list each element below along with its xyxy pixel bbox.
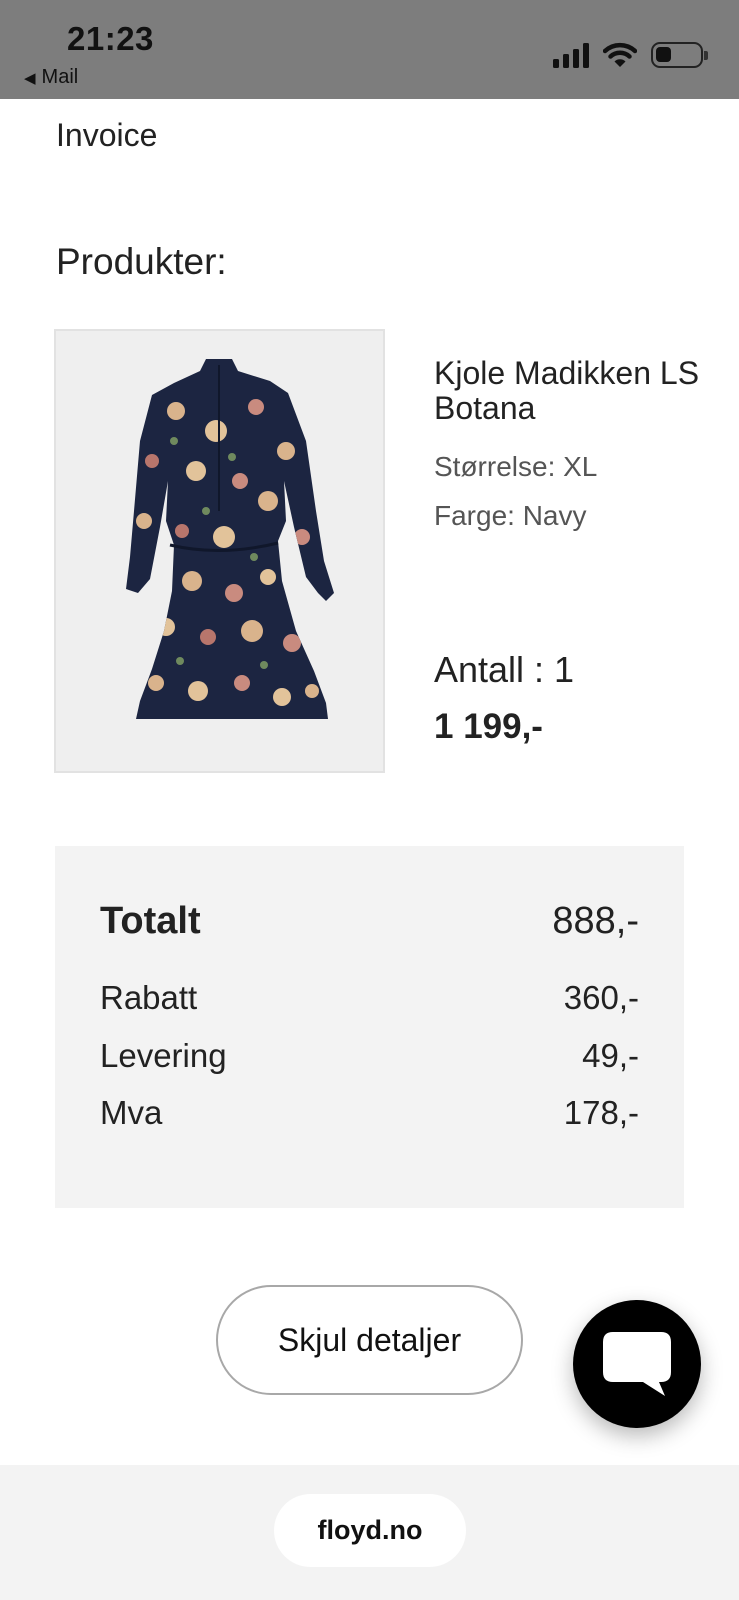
summary-total-value: 888,- [552, 900, 639, 942]
product-image[interactable] [54, 329, 385, 773]
summary-row-discount: Rabatt 360,- [100, 979, 639, 1017]
product-name: Kjole Madikken LS Botana [434, 355, 700, 426]
back-to-mail-button[interactable]: ◀ Mail [24, 66, 78, 89]
status-icons [553, 42, 708, 68]
summary-row-value: 49,- [582, 1037, 639, 1074]
product-quantity: Antall : 1 [434, 649, 575, 690]
hide-details-button[interactable]: Skjul detaljer [216, 1285, 523, 1395]
status-time: 21:23 [67, 20, 154, 57]
chat-button[interactable] [573, 1300, 701, 1428]
battery-icon [651, 42, 708, 68]
summary-row-vat: Mva 178,- [100, 1094, 639, 1132]
signal-icon [553, 42, 589, 68]
summary-total-label: Totalt [100, 900, 201, 942]
product-price: 1 199,- [434, 707, 543, 746]
address-bar[interactable]: floyd.no [274, 1494, 466, 1567]
wifi-icon [603, 42, 637, 67]
invoice-label: Invoice [56, 117, 158, 153]
summary-row-value: 360,- [563, 979, 639, 1016]
back-arrow-icon: ◀ [24, 69, 36, 87]
status-bar: 21:23 ◀ Mail [0, 0, 739, 99]
dress-illustration [126, 359, 334, 719]
summary-row-value: 178,- [563, 1094, 639, 1131]
product-size: Størrelse: XL [434, 451, 598, 482]
chat-bubble-icon [603, 1332, 671, 1396]
summary-row-label: Rabatt [100, 979, 198, 1016]
summary-row-label: Levering [100, 1037, 227, 1074]
order-summary: Totalt 888,- Rabatt 360,- Levering 49,- … [55, 846, 684, 1208]
product-color: Farge: Navy [434, 500, 587, 531]
summary-row-label: Mva [100, 1094, 163, 1131]
summary-total-row: Totalt 888,- [100, 900, 639, 943]
products-heading: Produkter: [56, 241, 227, 282]
back-label: Mail [41, 66, 79, 88]
summary-row-delivery: Levering 49,- [100, 1037, 639, 1075]
